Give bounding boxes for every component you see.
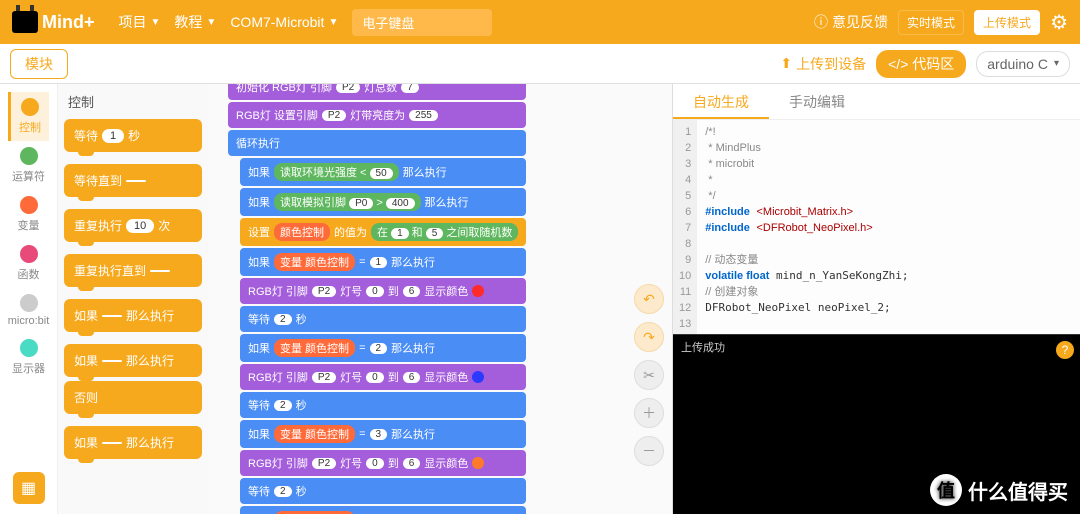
- palette-block-else[interactable]: 否则: [64, 381, 202, 414]
- mode-upload-button[interactable]: 上传模式: [974, 10, 1040, 35]
- mode-realtime-button[interactable]: 实时模式: [898, 10, 964, 35]
- zoom-in-button[interactable]: ＋: [634, 398, 664, 428]
- extension-icon: ▦: [21, 478, 36, 498]
- zoom-out-button[interactable]: －: [634, 436, 664, 466]
- category-micro:bit[interactable]: micro:bit: [8, 288, 50, 333]
- menu-device[interactable]: COM7-Microbit▼: [230, 14, 338, 30]
- canvas-block[interactable]: 循环执行: [228, 130, 526, 156]
- caret-icon: ▼: [328, 17, 338, 28]
- canvas-block[interactable]: 如果 读取模拟引脚 P0 > 400 那么执行: [240, 188, 526, 216]
- canvas-block[interactable]: 等待 2 秒: [240, 478, 526, 504]
- undo-button[interactable]: ↶: [634, 284, 664, 314]
- canvas-block[interactable]: 初始化 RGB灯 引脚 P2 灯总数 7: [228, 84, 526, 100]
- block-palette: 控制 等待 1 秒等待直到 重复执行 10 次重复执行直到 如果 那么执行如果 …: [58, 84, 208, 514]
- menu-project[interactable]: 项目▼: [119, 12, 161, 32]
- canvas-block[interactable]: RGB灯 设置引脚 P2 灯带亮度为 255: [228, 102, 526, 128]
- watermark-icon: 值: [930, 474, 962, 506]
- code-editor[interactable]: 123456789101112131415161718 /*! * MindPl…: [673, 120, 1080, 334]
- code-icon: </>: [888, 56, 908, 72]
- canvas-block[interactable]: 等待 2 秒: [240, 392, 526, 418]
- logo-icon: [12, 11, 38, 33]
- project-name-field[interactable]: 电子键盘: [352, 9, 492, 36]
- console-output: 上传成功: [681, 342, 725, 354]
- redo-button[interactable]: ↷: [634, 322, 664, 352]
- category-dot-icon: [20, 196, 38, 214]
- canvas-block[interactable]: 设置 颜色控制 的值为 在 1 和 5 之间取随机数: [240, 218, 526, 246]
- console-help-icon[interactable]: ?: [1056, 341, 1074, 359]
- logo: Mind+: [12, 11, 95, 33]
- canvas-block[interactable]: 如果 变量 颜色控制 = 3 那么执行: [240, 420, 526, 448]
- canvas-tools: ↶ ↷ ✂ ＋ －: [634, 284, 664, 466]
- language-select[interactable]: arduino C ▾: [976, 51, 1070, 77]
- palette-block[interactable]: 如果 那么执行: [64, 426, 202, 459]
- upload-button[interactable]: ⬆ 上传到设备: [780, 54, 866, 74]
- upload-icon: ⬆: [780, 55, 792, 72]
- feedback-link[interactable]: ⓘ 意见反馈: [814, 12, 888, 32]
- code-area-button[interactable]: </> 代码区: [876, 50, 966, 78]
- main-area: 控制运算符变量函数micro:bit显示器 ▦ 控制 等待 1 秒等待直到 重复…: [0, 84, 1080, 514]
- menu-tutorial[interactable]: 教程▼: [174, 12, 216, 32]
- chevron-down-icon: ▾: [1054, 58, 1059, 69]
- category-dot-icon: [21, 98, 39, 116]
- tab-auto[interactable]: 自动生成: [673, 84, 769, 119]
- palette-block[interactable]: 等待直到: [64, 164, 202, 197]
- extension-button[interactable]: ▦: [13, 472, 45, 504]
- crop-button[interactable]: ✂: [634, 360, 664, 390]
- category-显示器[interactable]: 显示器: [8, 333, 50, 382]
- code-tabs: 自动生成 手动编辑: [673, 84, 1080, 120]
- category-运算符[interactable]: 运算符: [8, 141, 50, 190]
- palette-block[interactable]: 如果 那么执行: [64, 344, 202, 377]
- top-bar: Mind+ 项目▼ 教程▼ COM7-Microbit▼ 电子键盘 ⓘ 意见反馈…: [0, 0, 1080, 44]
- palette-title: 控制: [64, 92, 202, 111]
- category-column: 控制运算符变量函数micro:bit显示器 ▦: [0, 84, 58, 514]
- canvas[interactable]: 初始化 RGB灯 引脚 P2 灯总数 7 RGB灯 设置引脚 P2 灯带亮度为 2…: [208, 84, 672, 514]
- toolbar: 模块 ⬆ 上传到设备 </> 代码区 arduino C ▾: [0, 44, 1080, 84]
- canvas-block[interactable]: 如果 变量 颜色控制 = 2 那么执行: [240, 334, 526, 362]
- canvas-block[interactable]: 如果 读取环境光强度 < 50 那么执行: [240, 158, 526, 186]
- help-icon: ⓘ: [814, 12, 828, 32]
- brand-text: Mind+: [42, 12, 95, 33]
- category-dot-icon: [20, 294, 38, 312]
- watermark: 值 什么值得买: [930, 474, 1068, 506]
- caret-icon: ▼: [151, 17, 161, 28]
- canvas-block[interactable]: 如果 变量 颜色控制 = 4 那么执行: [240, 506, 526, 514]
- category-变量[interactable]: 变量: [8, 190, 50, 239]
- category-控制[interactable]: 控制: [8, 92, 50, 141]
- palette-block[interactable]: 如果 那么执行: [64, 299, 202, 332]
- palette-block[interactable]: 等待 1 秒: [64, 119, 202, 152]
- caret-icon: ▼: [206, 17, 216, 28]
- canvas-block[interactable]: 如果 变量 颜色控制 = 1 那么执行: [240, 248, 526, 276]
- canvas-block[interactable]: 等待 2 秒: [240, 306, 526, 332]
- main-menu: 项目▼ 教程▼ COM7-Microbit▼: [119, 12, 339, 32]
- category-dot-icon: [20, 147, 38, 165]
- canvas-block[interactable]: RGB灯 引脚 P2 灯号 0 到 6 显示颜色: [240, 450, 526, 476]
- code-panel: 自动生成 手动编辑 123456789101112131415161718 /*…: [672, 84, 1080, 514]
- modules-tab[interactable]: 模块: [10, 49, 68, 79]
- category-dot-icon: [20, 339, 38, 357]
- canvas-block[interactable]: RGB灯 引脚 P2 灯号 0 到 6 显示颜色: [240, 364, 526, 390]
- category-dot-icon: [20, 245, 38, 263]
- tab-manual[interactable]: 手动编辑: [769, 84, 865, 119]
- palette-block[interactable]: 重复执行 10 次: [64, 209, 202, 242]
- category-函数[interactable]: 函数: [8, 239, 50, 288]
- gear-icon[interactable]: ⚙: [1050, 10, 1068, 35]
- palette-block[interactable]: 重复执行直到: [64, 254, 202, 287]
- canvas-block[interactable]: RGB灯 引脚 P2 灯号 0 到 6 显示颜色: [240, 278, 526, 304]
